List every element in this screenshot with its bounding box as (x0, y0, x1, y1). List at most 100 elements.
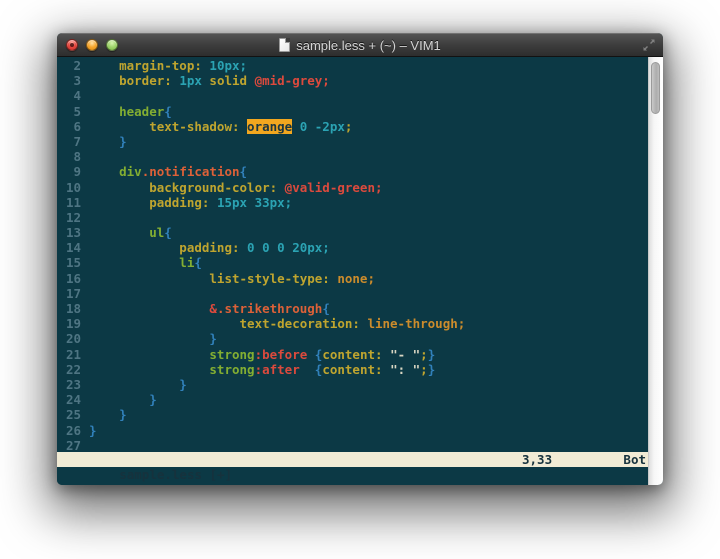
syntax-token: { (194, 255, 202, 270)
line-number: 4 (57, 88, 81, 103)
code-text: ul{ (89, 225, 172, 240)
syntax-token: .strikethrough (217, 301, 322, 316)
code-line: 3 border: 1px solid @mid-grey; (57, 73, 648, 88)
line-number: 6 (57, 119, 81, 134)
scrollbar[interactable] (648, 57, 663, 485)
syntax-token: 15px 33px; (217, 195, 292, 210)
line-number: 15 (57, 255, 81, 270)
syntax-token: content: (322, 362, 390, 377)
zoom-button[interactable] (106, 39, 118, 51)
document-icon (279, 38, 290, 52)
code-text: &.strikethrough{ (89, 301, 330, 316)
line-number: 16 (57, 271, 81, 286)
close-button[interactable] (66, 39, 78, 51)
syntax-token: strong (89, 362, 255, 377)
syntax-token: ": " (390, 362, 420, 377)
code-line: 10 background-color: @valid-green; (57, 180, 648, 195)
code-line: 25 } (57, 407, 648, 422)
code-line: 19 text-decoration: line-through; (57, 316, 648, 331)
syntax-token: list-style-type: (89, 271, 337, 286)
code-line: 15 li{ (57, 255, 648, 270)
code-line: 13 ul{ (57, 225, 648, 240)
syntax-token: strong (89, 347, 255, 362)
line-number: 20 (57, 331, 81, 346)
code-text: strong:before {content: "- ";} (89, 347, 435, 362)
code-text: } (89, 331, 217, 346)
syntax-token: } (89, 407, 127, 422)
line-number: 25 (57, 407, 81, 422)
code-line: 4 (57, 88, 648, 103)
code-line: 22 strong:after {content: ": ";} (57, 362, 648, 377)
code-line: 20 } (57, 331, 648, 346)
title-bar[interactable]: sample.less + (~) – VIM1 (57, 33, 663, 57)
code-line: 9 div.notification{ (57, 164, 648, 179)
line-number: 21 (57, 347, 81, 362)
line-number: 26 (57, 423, 81, 438)
syntax-token: { (164, 104, 172, 119)
minimize-button[interactable] (86, 39, 98, 51)
scrollbar-thumb[interactable] (651, 62, 660, 114)
syntax-token: @valid-green; (285, 180, 383, 195)
line-number: 7 (57, 134, 81, 149)
line-number: 27 (57, 438, 81, 452)
syntax-token: header (89, 104, 164, 119)
title-group: sample.less + (~) – VIM1 (57, 33, 663, 57)
fullscreen-icon[interactable] (642, 38, 656, 52)
code-text: li{ (89, 255, 202, 270)
code-area[interactable]: 2 margin-top: 10px;3 border: 1px solid @… (57, 57, 648, 452)
line-number: 18 (57, 301, 81, 316)
syntax-token: } (428, 347, 436, 362)
code-line: 8 (57, 149, 648, 164)
code-line: 21 strong:before {content: "- ";} (57, 347, 648, 362)
code-line: 6 text-shadow: orange 0 -2px; (57, 119, 648, 134)
code-line: 12 (57, 210, 648, 225)
code-line: 23 } (57, 377, 648, 392)
line-number: 17 (57, 286, 81, 301)
syntax-token: "- " (390, 347, 420, 362)
code-line: 16 list-style-type: none; (57, 271, 648, 286)
syntax-token: background-color: (89, 180, 285, 195)
syntax-token: } (428, 362, 436, 377)
syntax-token: } (89, 331, 217, 346)
syntax-token: div (89, 164, 142, 179)
syntax-token: { (322, 301, 330, 316)
syntax-token (300, 362, 315, 377)
syntax-token: padding: (89, 195, 217, 210)
code-line: 5 header{ (57, 104, 648, 119)
syntax-token: { (164, 225, 172, 240)
syntax-token (307, 347, 315, 362)
syntax-token: } (89, 392, 157, 407)
code-line: 11 padding: 15px 33px; (57, 195, 648, 210)
syntax-token: line-through; (367, 316, 465, 331)
code-line: 26} (57, 423, 648, 438)
line-number: 22 (57, 362, 81, 377)
code-text: padding: 15px 33px; (89, 195, 292, 210)
syntax-token: solid (202, 73, 255, 88)
syntax-token: ; (420, 347, 428, 362)
syntax-token: ; (345, 119, 353, 134)
syntax-token: } (89, 134, 127, 149)
syntax-token: margin-top: (89, 58, 209, 73)
code-text: list-style-type: none; (89, 271, 375, 286)
editor-column: 2 margin-top: 10px;3 border: 1px solid @… (57, 57, 648, 485)
syntax-token: ; (420, 362, 428, 377)
code-text: text-decoration: line-through; (89, 316, 465, 331)
line-number: 19 (57, 316, 81, 331)
line-number: 2 (57, 58, 81, 73)
syntax-token: content: (322, 347, 390, 362)
window-title: sample.less + (~) – VIM1 (296, 38, 441, 53)
code-text: header{ (89, 104, 172, 119)
status-bar: sample.less [+] 3,33 Bot (57, 452, 648, 467)
syntax-token: 10px; (209, 58, 247, 73)
syntax-token: text-shadow: (89, 119, 247, 134)
code-line: 17 (57, 286, 648, 301)
line-number: 13 (57, 225, 81, 240)
code-text: background-color: @valid-green; (89, 180, 383, 195)
traffic-lights (66, 39, 118, 51)
code-text: } (89, 407, 127, 422)
syntax-token: ul (89, 225, 164, 240)
syntax-token: none; (337, 271, 375, 286)
insert-mode-indicator: -- INSERT -- (119, 483, 209, 485)
code-text: text-shadow: orange 0 -2px; (89, 119, 352, 134)
code-text: border: 1px solid @mid-grey; (89, 73, 330, 88)
